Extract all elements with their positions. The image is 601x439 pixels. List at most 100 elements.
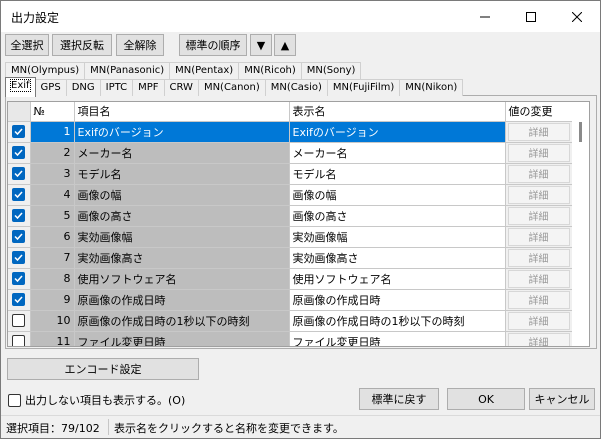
table-row[interactable]: 8 使用ソフトウェア名 使用ソフトウェア名 詳細 — [8, 268, 573, 290]
detail-button[interactable]: 詳細 — [507, 206, 570, 225]
row-display-name[interactable]: 原画像の作成日時の1秒以下の時刻 — [289, 310, 506, 332]
table-row[interactable]: 4 画像の幅 画像の幅 詳細 — [8, 184, 573, 206]
row-check-cell[interactable] — [8, 142, 31, 164]
row-display-name[interactable]: 実効画像幅 — [289, 226, 506, 248]
row-number: 5 — [30, 205, 75, 227]
header-change-value: 値の変更 — [505, 102, 573, 122]
row-check-cell[interactable] — [8, 289, 31, 311]
row-change-cell: 詳細 — [505, 331, 573, 346]
tab-iptc[interactable]: IPTC — [99, 79, 134, 96]
vertical-scrollbar[interactable] — [572, 102, 589, 346]
detail-button[interactable]: 詳細 — [507, 227, 570, 246]
row-checkbox[interactable] — [12, 146, 26, 160]
row-checkbox[interactable] — [12, 230, 26, 244]
table-row[interactable]: 7 実効画像高さ 実効画像高さ 詳細 — [8, 247, 573, 269]
tag-table: № 項目名 表示名 値の変更 1 Exifのバージョン Exifのバージョン 詳細 2 メ… — [8, 102, 573, 346]
clear-all-button[interactable]: 全解除 — [116, 34, 164, 56]
tab-mn-canon[interactable]: MN(Canon) — [197, 79, 266, 96]
row-checkbox[interactable] — [12, 167, 26, 181]
invert-selection-button[interactable]: 選択反転 — [52, 34, 112, 56]
minimize-button[interactable] — [462, 1, 508, 32]
row-change-cell: 詳細 — [505, 289, 573, 311]
row-display-name[interactable]: 原画像の作成日時 — [289, 289, 506, 311]
detail-button[interactable]: 詳細 — [507, 269, 570, 288]
tab-crw[interactable]: CRW — [163, 79, 199, 96]
encode-settings-button[interactable]: エンコード設定 — [7, 358, 199, 380]
row-display-name[interactable]: Exifのバージョン — [289, 121, 506, 143]
row-display-name[interactable]: メーカー名 — [289, 142, 506, 164]
row-checkbox[interactable] — [12, 272, 26, 286]
table-row[interactable]: 2 メーカー名 メーカー名 詳細 — [8, 142, 573, 164]
row-checkbox[interactable] — [12, 209, 26, 223]
tab-mpf[interactable]: MPF — [132, 79, 165, 96]
close-button[interactable] — [554, 1, 600, 32]
row-check-cell[interactable] — [8, 184, 31, 206]
row-display-name[interactable]: 使用ソフトウェア名 — [289, 268, 506, 290]
maximize-button[interactable] — [508, 1, 554, 32]
table-row[interactable]: 5 画像の高さ 画像の高さ 詳細 — [8, 205, 573, 227]
row-change-cell: 詳細 — [505, 310, 573, 332]
checkmark-icon — [14, 149, 23, 157]
detail-button[interactable]: 詳細 — [507, 248, 570, 267]
scrollbar-thumb[interactable] — [579, 122, 582, 142]
row-change-cell: 詳細 — [505, 247, 573, 269]
row-checkbox[interactable] — [12, 314, 26, 328]
move-up-button[interactable]: ▲ — [274, 34, 296, 56]
tab-gps[interactable]: GPS — [34, 79, 67, 96]
header-item-name[interactable]: 項目名 — [74, 102, 290, 122]
row-check-cell[interactable] — [8, 121, 31, 143]
tab-mn-casio[interactable]: MN(Casio) — [264, 79, 328, 96]
tab-dng[interactable]: DNG — [65, 79, 101, 96]
row-display-name[interactable]: モデル名 — [289, 163, 506, 185]
row-number: 3 — [30, 163, 75, 185]
row-check-cell[interactable] — [8, 163, 31, 185]
row-check-cell[interactable] — [8, 331, 31, 346]
tab-mn-pentax[interactable]: MN(Pentax) — [169, 62, 240, 79]
row-checkbox[interactable] — [12, 251, 26, 265]
row-change-cell: 詳細 — [505, 121, 573, 143]
row-check-cell[interactable] — [8, 226, 31, 248]
row-display-name[interactable]: 実効画像高さ — [289, 247, 506, 269]
row-display-name[interactable]: ファイル変更日時 — [289, 331, 506, 346]
detail-button[interactable]: 詳細 — [507, 122, 570, 141]
move-down-button[interactable]: ▼ — [250, 34, 272, 56]
table-row[interactable]: 3 モデル名 モデル名 詳細 — [8, 163, 573, 185]
reset-default-button[interactable]: 標準に戻す — [359, 388, 439, 410]
table-row[interactable]: 10 原画像の作成日時の1秒以下の時刻 原画像の作成日時の1秒以下の時刻 詳細 — [8, 310, 573, 332]
row-display-name[interactable]: 画像の高さ — [289, 205, 506, 227]
select-all-button[interactable]: 全選択 — [5, 34, 49, 56]
tab-mn-panasonic[interactable]: MN(Panasonic) — [84, 62, 171, 79]
checkmark-icon — [14, 128, 23, 136]
tab-mn-sony[interactable]: MN(Sony) — [300, 62, 362, 79]
row-check-cell[interactable] — [8, 205, 31, 227]
detail-button[interactable]: 詳細 — [507, 311, 570, 330]
cancel-button[interactable]: キャンセル — [529, 388, 595, 410]
table-row[interactable]: 1 Exifのバージョン Exifのバージョン 詳細 — [8, 121, 573, 143]
default-order-button[interactable]: 標準の順序 — [179, 34, 247, 56]
show-hidden-checkbox[interactable] — [8, 393, 21, 407]
table-row[interactable]: 9 原画像の作成日時 原画像の作成日時 詳細 — [8, 289, 573, 311]
row-check-cell[interactable] — [8, 268, 31, 290]
detail-button[interactable]: 詳細 — [507, 164, 570, 183]
tab-mn-fujifilm[interactable]: MN(FujiFilm) — [326, 79, 401, 96]
header-display-name[interactable]: 表示名 — [289, 102, 506, 122]
detail-button[interactable]: 詳細 — [507, 143, 570, 162]
show-hidden-checkbox-row[interactable]: 出力しない項目も表示する。(O) — [8, 392, 185, 408]
tab-mn-nikon[interactable]: MN(Nikon) — [399, 79, 464, 96]
table-row[interactable]: 11 ファイル変更日時 ファイル変更日時 詳細 — [8, 331, 573, 346]
detail-button[interactable]: 詳細 — [507, 332, 570, 346]
tab-exif[interactable]: Exif — [5, 77, 36, 97]
row-checkbox[interactable] — [12, 293, 26, 307]
row-checkbox[interactable] — [12, 188, 26, 202]
table-row[interactable]: 6 実効画像幅 実効画像幅 詳細 — [8, 226, 573, 248]
ok-button[interactable]: OK — [447, 388, 525, 410]
detail-button[interactable]: 詳細 — [507, 185, 570, 204]
row-check-cell[interactable] — [8, 247, 31, 269]
row-number: 2 — [30, 142, 75, 164]
detail-button[interactable]: 詳細 — [507, 290, 570, 309]
row-checkbox[interactable] — [12, 125, 26, 139]
row-check-cell[interactable] — [8, 310, 31, 332]
row-display-name[interactable]: 画像の幅 — [289, 184, 506, 206]
tab-mn-ricoh[interactable]: MN(Ricoh) — [238, 62, 302, 79]
row-checkbox[interactable] — [12, 335, 26, 346]
